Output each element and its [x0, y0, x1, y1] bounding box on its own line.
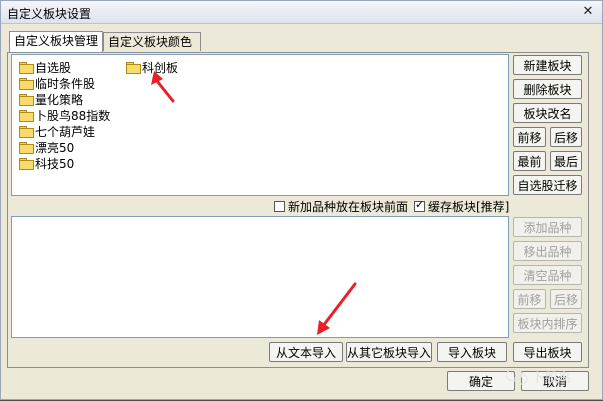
- import-block-button[interactable]: 导入板块: [437, 342, 507, 362]
- folder-icon: [19, 93, 34, 106]
- ok-button[interactable]: 确定: [447, 371, 515, 391]
- stock-items-list[interactable]: [11, 216, 509, 338]
- new-items-front-label: 新加品种放在板块前面: [288, 199, 409, 214]
- new-items-front-checkbox[interactable]: [274, 200, 285, 212]
- block-item-label: 自选股: [35, 60, 72, 75]
- block-item-label: 临时条件股: [35, 76, 96, 91]
- move-last-button[interactable]: 最后: [550, 151, 582, 171]
- close-icon: ✕: [582, 4, 594, 19]
- new-items-front-option[interactable]: 新加品种放在板块前面: [274, 198, 408, 214]
- add-item-button[interactable]: 添加品种: [513, 217, 582, 237]
- folder-icon: [19, 77, 34, 90]
- folder-icon: [19, 109, 34, 122]
- cache-blocks-checkbox[interactable]: [414, 198, 425, 212]
- block-item-label: 科创板: [142, 60, 179, 75]
- block-item[interactable]: 卜股鸟88指数: [19, 107, 110, 123]
- move-up-button[interactable]: 前移: [513, 127, 546, 147]
- folder-icon: [126, 61, 141, 74]
- sort-in-block-button[interactable]: 板块内排序: [513, 313, 582, 333]
- close-button[interactable]: ✕: [580, 4, 596, 19]
- export-block-button[interactable]: 导出板块: [513, 342, 582, 362]
- block-item-star-market[interactable]: 科创板: [126, 59, 178, 75]
- block-list[interactable]: 自选股 临时条件股 量化策略 卜股鸟88指数 七个葫芦娃 漂亮50 科技50 科…: [11, 54, 509, 196]
- cache-blocks-option[interactable]: 缓存板块[推荐]: [414, 198, 509, 214]
- rename-block-button[interactable]: 板块改名: [513, 103, 582, 123]
- block-item[interactable]: 七个葫芦娃: [19, 123, 95, 139]
- custom-block-settings-dialog: 自定义板块设置 ✕ 自定义板块管理 自定义板块颜色 自选股 临时条件股 量化策略…: [0, 0, 603, 400]
- cancel-button[interactable]: 取消: [521, 371, 589, 391]
- remove-item-button[interactable]: 移出品种: [513, 241, 582, 261]
- block-item-label: 量化策略: [35, 92, 84, 107]
- block-item-label: 七个葫芦娃: [35, 124, 96, 139]
- import-from-text-button[interactable]: 从文本导入: [269, 342, 343, 362]
- import-from-other-block-button[interactable]: 从其它板块导入: [346, 342, 432, 362]
- move-first-button[interactable]: 最前: [513, 151, 546, 171]
- item-move-down-button[interactable]: 后移: [550, 289, 582, 309]
- block-item[interactable]: 量化策略: [19, 91, 83, 107]
- migrate-watchlist-button[interactable]: 自选股迁移: [513, 175, 582, 195]
- block-item[interactable]: 漂亮50: [19, 139, 74, 155]
- block-item-label: 卜股鸟88指数: [35, 108, 111, 123]
- block-item-label: 科技50: [35, 156, 75, 171]
- block-item[interactable]: 自选股: [19, 59, 71, 75]
- folder-icon: [19, 61, 34, 74]
- folder-icon: [19, 141, 34, 154]
- delete-block-button[interactable]: 删除板块: [513, 79, 582, 99]
- move-down-button[interactable]: 后移: [550, 127, 582, 147]
- dialog-title: 自定义板块设置: [7, 7, 92, 21]
- item-move-up-button[interactable]: 前移: [513, 289, 546, 309]
- new-block-button[interactable]: 新建板块: [513, 55, 582, 75]
- tab-block-color[interactable]: 自定义板块颜色: [103, 32, 201, 51]
- title-bar: 自定义板块设置 ✕: [1, 1, 602, 24]
- folder-icon: [19, 157, 34, 170]
- cache-blocks-label: 缓存板块[推荐]: [428, 199, 510, 214]
- clear-items-button[interactable]: 清空品种: [513, 265, 582, 285]
- tab-block-management[interactable]: 自定义板块管理: [9, 31, 103, 52]
- block-item-label: 漂亮50: [35, 140, 75, 155]
- folder-icon: [19, 125, 34, 138]
- block-item[interactable]: 科技50: [19, 155, 74, 171]
- block-item[interactable]: 临时条件股: [19, 75, 95, 91]
